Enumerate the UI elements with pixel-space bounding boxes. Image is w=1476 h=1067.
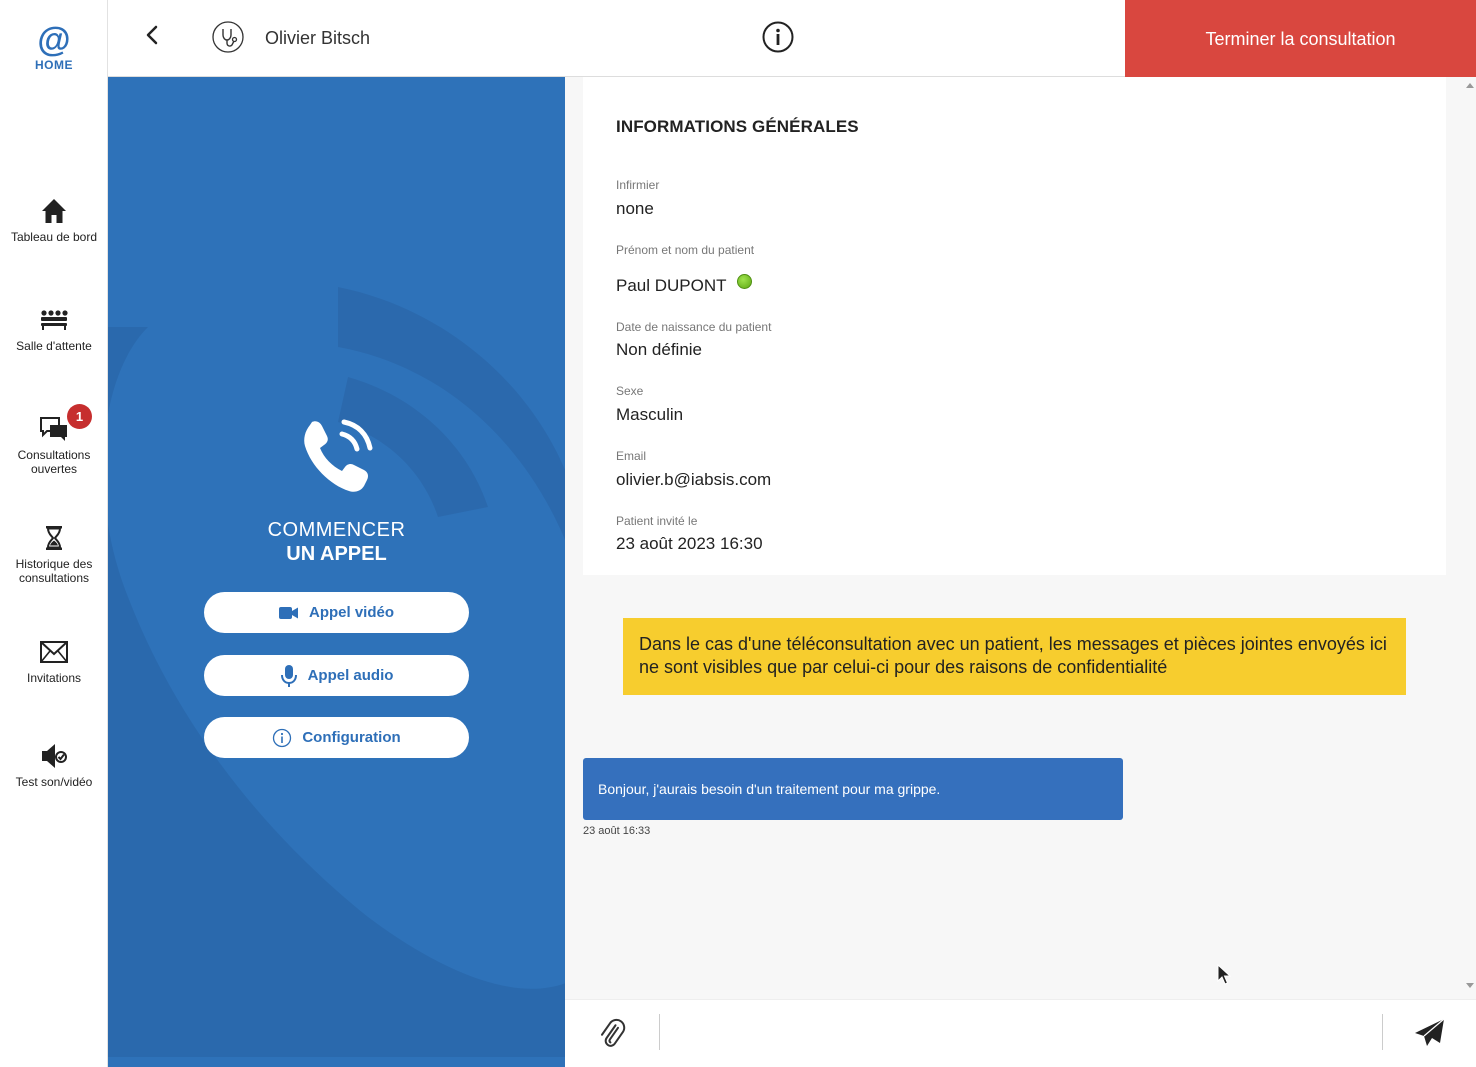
info-circle-icon: [273, 728, 292, 747]
chat-message-bubble: Bonjour, j'aurais besoin d'un traitement…: [583, 758, 1123, 820]
birth-date-label: Date de naissance du patient: [616, 320, 772, 334]
video-camera-icon: [278, 606, 298, 619]
at-logo-icon: @: [37, 21, 71, 59]
stethoscope-icon: [212, 21, 244, 53]
info-icon[interactable]: [762, 21, 794, 53]
invited-date-value: 23 août 2023 16:30: [616, 534, 763, 553]
start-call-title-line1: COMMENCER: [267, 519, 406, 541]
hourglass-icon: [46, 526, 62, 550]
scroll-down-arrow-icon[interactable]: [1466, 983, 1474, 988]
header: Olivier Bitsch Terminer la consultation: [108, 0, 1476, 77]
send-icon[interactable]: [1413, 1016, 1447, 1050]
sidebar-item-label: Test son/vidéo: [15, 775, 93, 789]
sidebar-item-invitations[interactable]: Invitations: [0, 637, 108, 685]
email-label: Email: [616, 449, 647, 463]
nurse-value: none: [616, 199, 654, 218]
nurse-label: Infirmier: [616, 178, 660, 192]
video-call-label: Appel vidéo: [308, 604, 394, 621]
sidebar-item-label: Historique des consultations: [15, 557, 93, 585]
chat-scrollbar[interactable]: [1463, 77, 1476, 999]
sex-label: Sexe: [616, 384, 644, 398]
paperclip-icon[interactable]: [595, 1017, 629, 1051]
microphone-icon: [280, 664, 297, 687]
configuration-label: Configuration: [302, 729, 401, 746]
start-call-title-line2: UN APPEL: [286, 543, 387, 565]
confidentiality-notice: Dans le cas d'une téléconsultation avec …: [623, 618, 1406, 695]
email-value: olivier.b@iabsis.com: [616, 470, 772, 489]
patient-name-value: Paul DUPONT: [616, 276, 727, 295]
birth-date-value: Non définie: [616, 340, 703, 359]
back-arrow-icon[interactable]: [136, 20, 168, 50]
sidebar-item-waiting-room[interactable]: Salle d'attente: [0, 305, 108, 353]
message-composer: [565, 999, 1476, 1067]
configuration-button[interactable]: Configuration: [204, 717, 469, 758]
sex-value: Masculin: [616, 405, 684, 424]
sidebar: @ HOME Tableau de bord Salle d'attente 1…: [0, 0, 108, 1067]
message-input[interactable]: [669, 1010, 1375, 1056]
consultation-content: INFORMATIONS GÉNÉRALES Infirmier none Pr…: [565, 77, 1476, 999]
start-call-title: COMMENCER UN APPEL: [108, 519, 565, 566]
home-logo[interactable]: @ HOME: [0, 22, 108, 72]
general-info-title: INFORMATIONS GÉNÉRALES: [616, 117, 859, 136]
chat-icon: [40, 417, 67, 441]
video-call-button[interactable]: Appel vidéo: [204, 592, 469, 633]
envelope-icon: [40, 641, 68, 663]
sidebar-item-test[interactable]: Test son/vidéo: [0, 741, 108, 789]
background-phone-graphic: [108, 287, 565, 1057]
sidebar-item-history[interactable]: Historique des consultations: [0, 523, 108, 585]
sidebar-item-dashboard[interactable]: Tableau de bord: [0, 196, 108, 244]
composer-separator: [1382, 1014, 1383, 1050]
waiting-room-icon: [41, 310, 68, 330]
doctor-name: Olivier Bitsch: [265, 28, 371, 48]
general-info-card: INFORMATIONS GÉNÉRALES Infirmier none Pr…: [583, 77, 1446, 575]
audio-call-label: Appel audio: [307, 667, 394, 684]
home-icon: [42, 199, 66, 223]
audio-call-button[interactable]: Appel audio: [204, 655, 469, 696]
chat-message-time: 23 août 16:33: [583, 825, 651, 837]
scroll-up-arrow-icon[interactable]: [1466, 83, 1474, 88]
sidebar-item-open-consultations[interactable]: 1 Consultations ouvertes: [0, 404, 108, 476]
call-panel: COMMENCER UN APPEL Appel vidéo Appel aud…: [108, 77, 565, 1067]
sidebar-item-label: Invitations: [26, 671, 82, 685]
home-label: HOME: [35, 58, 73, 72]
invited-date-label: Patient invité le: [616, 514, 698, 528]
notification-badge: 1: [67, 404, 92, 429]
sidebar-item-label: Consultations ouvertes: [17, 448, 91, 476]
patient-name-label: Prénom et nom du patient: [616, 243, 755, 257]
patient-online-status-icon: [737, 274, 752, 289]
phone-call-icon: [304, 419, 373, 492]
end-consultation-button[interactable]: Terminer la consultation: [1125, 0, 1476, 77]
mouse-cursor-icon: [1217, 964, 1231, 985]
sidebar-item-label: Tableau de bord: [10, 230, 98, 244]
sidebar-item-label: Salle d'attente: [16, 339, 92, 353]
composer-separator: [659, 1014, 660, 1050]
speaker-check-icon: [42, 744, 67, 768]
